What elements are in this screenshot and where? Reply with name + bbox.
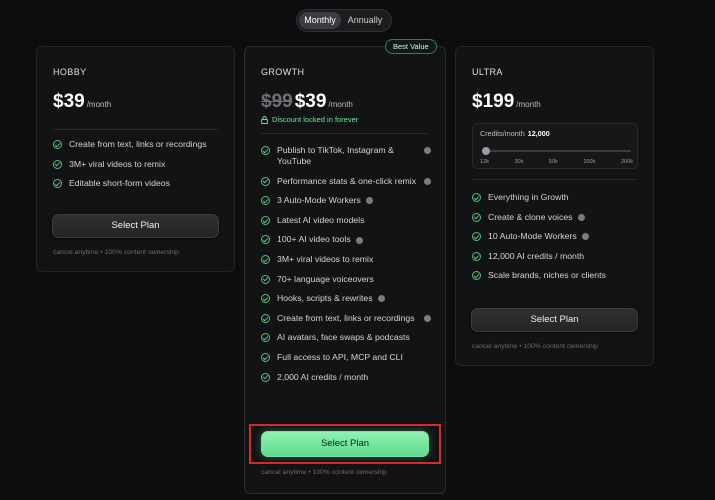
price: $199 bbox=[472, 91, 515, 112]
feature-list: Everything in Growth Create & clone voic… bbox=[472, 192, 639, 290]
check-icon bbox=[261, 333, 270, 343]
feature-item: Publish to TikTok, Instagram & YouTube bbox=[261, 145, 431, 167]
check-icon bbox=[261, 215, 270, 225]
check-icon bbox=[53, 159, 62, 169]
feature-item: 10 Auto-Mode Workers bbox=[472, 231, 639, 242]
plan-name: GROWTH bbox=[261, 67, 305, 77]
plan-card-hobby: HOBBY $39 /month Create from text, links… bbox=[36, 46, 235, 272]
select-plan-button-ultra[interactable]: Select Plan bbox=[471, 308, 638, 332]
price: $39 bbox=[53, 91, 85, 112]
feature-item: 12,000 AI credits / month bbox=[472, 251, 639, 262]
divider bbox=[53, 129, 218, 130]
check-icon bbox=[261, 254, 270, 264]
info-icon[interactable] bbox=[365, 197, 373, 205]
feature-item: 3M+ viral videos to remix bbox=[53, 159, 220, 170]
check-icon bbox=[261, 372, 270, 382]
best-value-badge: Best Value bbox=[385, 39, 437, 54]
fine-print: cancel anytime • 100% content ownership bbox=[53, 249, 179, 256]
check-icon bbox=[472, 251, 481, 261]
monthly-toggle-option[interactable]: Monthly bbox=[299, 12, 341, 29]
slider-tick: 50k bbox=[548, 159, 558, 165]
fine-print: cancel anytime • 100% content ownership bbox=[261, 469, 387, 476]
slider-tick: 30k bbox=[514, 159, 524, 165]
feature-item: Everything in Growth bbox=[472, 192, 639, 203]
plan-name: ULTRA bbox=[472, 67, 503, 77]
price-row: $199 /month bbox=[472, 91, 541, 113]
divider bbox=[261, 133, 429, 134]
feature-item: Latest AI video models bbox=[261, 215, 431, 226]
check-icon bbox=[472, 212, 481, 222]
check-icon bbox=[472, 271, 481, 281]
check-icon bbox=[261, 176, 270, 186]
credits-slider-track[interactable] bbox=[485, 150, 631, 152]
check-icon bbox=[261, 196, 270, 206]
feature-item: 3M+ viral videos to remix bbox=[261, 254, 431, 265]
lock-icon bbox=[261, 115, 268, 124]
check-icon bbox=[472, 232, 481, 242]
feature-list: Create from text, links or recordings 3M… bbox=[53, 139, 220, 198]
feature-item: Performance stats & one-click remix bbox=[261, 176, 431, 187]
credits-slider-thumb[interactable] bbox=[482, 147, 490, 155]
info-icon[interactable] bbox=[577, 213, 585, 221]
credits-slider-panel: Credits/month 12,000 12k 30k 50k 100k 200… bbox=[472, 123, 638, 169]
plan-name: HOBBY bbox=[53, 67, 87, 77]
feature-item: Full access to API, MCP and CLI bbox=[261, 352, 431, 363]
price-period: /month bbox=[86, 100, 112, 109]
feature-item: 3 Auto-Mode Workers bbox=[261, 195, 431, 206]
feature-item: 2,000 AI credits / month bbox=[261, 372, 431, 383]
original-price: $99 bbox=[261, 91, 293, 112]
billing-toggle: Monthly Annually bbox=[296, 9, 392, 32]
feature-item: Create from text, links or recordings bbox=[53, 139, 220, 150]
check-icon bbox=[261, 146, 270, 155]
feature-item: Hooks, scripts & rewrites bbox=[261, 293, 431, 304]
feature-list: Publish to TikTok, Instagram & YouTube P… bbox=[261, 145, 431, 391]
info-icon[interactable] bbox=[424, 177, 431, 185]
info-icon[interactable] bbox=[377, 295, 385, 303]
check-icon bbox=[261, 352, 270, 362]
discount-text: Discount locked in forever bbox=[272, 115, 359, 124]
check-icon bbox=[261, 294, 270, 304]
plan-card-ultra: ULTRA $199 /month Credits/month 12,000 12… bbox=[455, 46, 654, 366]
feature-item: Create & clone voices bbox=[472, 212, 639, 223]
feature-item: Create from text, links or recordings bbox=[261, 313, 431, 324]
info-icon[interactable] bbox=[355, 236, 363, 244]
price-row: $99 $39 /month bbox=[261, 91, 353, 113]
credits-label: Credits/month 12,000 bbox=[480, 129, 550, 138]
slider-tick: 100k bbox=[583, 159, 596, 165]
slider-tick: 200k bbox=[620, 159, 633, 165]
info-icon[interactable] bbox=[424, 314, 431, 322]
check-icon bbox=[261, 235, 270, 245]
price: $39 bbox=[294, 91, 327, 112]
feature-item: 70+ language voiceovers bbox=[261, 274, 431, 285]
price-row: $39 /month bbox=[53, 91, 111, 113]
feature-item: 100+ AI video tools bbox=[261, 234, 431, 245]
select-plan-button-hobby[interactable]: Select Plan bbox=[52, 214, 219, 238]
credits-value: 12,000 bbox=[527, 129, 550, 138]
feature-item: Scale brands, niches or clients bbox=[472, 270, 639, 281]
discount-note: Discount locked in forever bbox=[261, 115, 358, 124]
check-icon bbox=[472, 193, 481, 202]
feature-item: AI avatars, face swaps & podcasts bbox=[261, 332, 431, 343]
annually-toggle-option[interactable]: Annually bbox=[341, 12, 389, 29]
feature-item: Editable short-form videos bbox=[53, 178, 220, 189]
price-period: /month bbox=[516, 100, 541, 109]
check-icon bbox=[53, 179, 62, 189]
check-icon bbox=[53, 140, 62, 149]
highlight-box bbox=[249, 424, 441, 464]
fine-print: cancel anytime • 100% content ownership bbox=[472, 343, 598, 350]
info-icon[interactable] bbox=[581, 233, 589, 241]
price-period: /month bbox=[328, 100, 353, 109]
check-icon bbox=[261, 313, 270, 323]
slider-ticks: 12k 30k 50k 100k 200k bbox=[480, 159, 633, 165]
divider bbox=[472, 179, 637, 180]
check-icon bbox=[261, 274, 270, 284]
slider-tick: 12k bbox=[480, 159, 490, 165]
info-icon[interactable] bbox=[424, 147, 431, 154]
